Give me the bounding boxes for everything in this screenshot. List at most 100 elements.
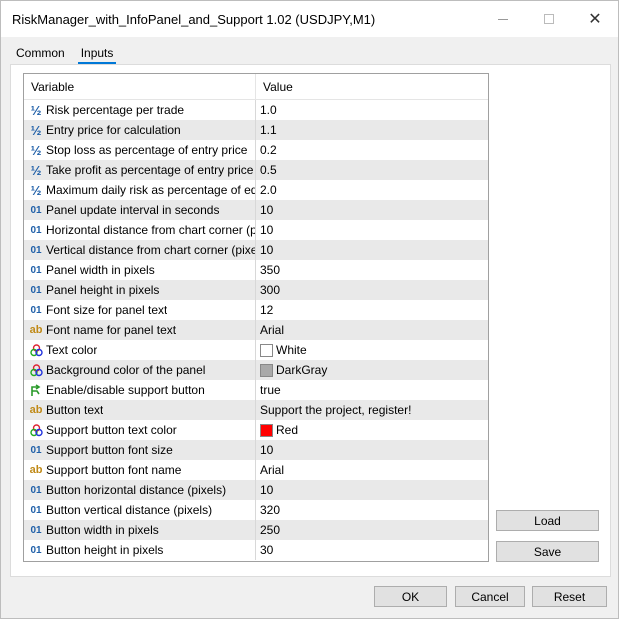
table-row[interactable]: Enable/disable support button true [24, 380, 488, 400]
table-row[interactable]: 01 Vertical distance from chart corner (p… [24, 240, 488, 260]
maximize-icon [544, 14, 554, 24]
variable-label: Risk percentage per trade [46, 103, 185, 117]
table-row[interactable]: 01 Font size for panel text 12 [24, 300, 488, 320]
table-row[interactable]: 01 Button vertical distance (pixels) 320 [24, 500, 488, 520]
variable-label: Button text [46, 403, 104, 417]
value-text: 10 [260, 203, 274, 217]
load-button[interactable]: Load [496, 510, 599, 531]
value-text: 12 [260, 303, 274, 317]
variable-cell: 01 Font size for panel text [24, 300, 256, 320]
value-cell[interactable]: 10 [256, 480, 488, 500]
reset-button[interactable]: Reset [532, 586, 607, 607]
value-cell[interactable]: 10 [256, 200, 488, 220]
variable-cell: 01 Button width in pixels [24, 520, 256, 540]
value-cell[interactable]: 10 [256, 440, 488, 460]
ok-button[interactable]: OK [374, 586, 447, 607]
close-button[interactable]: ✕ [572, 1, 618, 37]
string-icon: ab [29, 324, 43, 336]
value-cell[interactable]: 12 [256, 300, 488, 320]
table-row[interactable]: ab Font name for panel text Arial [24, 320, 488, 340]
variable-cell: ½ Risk percentage per trade [24, 100, 256, 120]
table-row[interactable]: ½ Take profit as percentage of entry pric… [24, 160, 488, 180]
table-row[interactable]: ab Support button font name Arial [24, 460, 488, 480]
value-cell[interactable]: 350 [256, 260, 488, 280]
column-header-variable[interactable]: Variable [24, 74, 256, 99]
table-row[interactable]: ½ Entry price for calculation 1.1 [24, 120, 488, 140]
table-row[interactable]: ½ Risk percentage per trade 1.0 [24, 100, 488, 120]
variable-label: Background color of the panel [46, 363, 206, 377]
window-title: RiskManager_with_InfoPanel_and_Support 1… [12, 12, 376, 27]
variable-cell: Enable/disable support button [24, 380, 256, 400]
value-text: Support the project, register! [260, 403, 412, 417]
variable-cell: 01 Button height in pixels [24, 540, 256, 560]
value-cell[interactable]: 0.2 [256, 140, 488, 160]
variable-cell: ½ Stop loss as percentage of entry price [24, 140, 256, 160]
double-icon: ½ [30, 162, 42, 178]
color-icon [27, 421, 45, 439]
value-cell[interactable]: 300 [256, 280, 488, 300]
table-row[interactable]: Support button text color Red [24, 420, 488, 440]
variable-label: Horizontal distance from chart corner (p… [46, 223, 255, 237]
variable-label: Panel width in pixels [46, 263, 155, 277]
table-row[interactable]: ab Button text Support the project, regist… [24, 400, 488, 420]
variable-cell: 01 Horizontal distance from chart corner … [24, 220, 256, 240]
variable-label: Take profit as percentage of entry price [46, 163, 254, 177]
color-icon [27, 341, 45, 359]
variable-label: Font size for panel text [46, 303, 168, 317]
value-cell[interactable]: 250 [256, 520, 488, 540]
value-text: Arial [260, 323, 285, 337]
table-row[interactable]: 01 Panel width in pixels 350 [24, 260, 488, 280]
value-cell[interactable]: Support the project, register! [256, 400, 488, 420]
value-cell[interactable]: Arial [256, 320, 488, 340]
tab-bar: Common Inputs [13, 45, 117, 65]
value-cell[interactable]: 10 [256, 240, 488, 260]
value-cell[interactable]: 30 [256, 540, 488, 560]
variable-label: Text color [46, 343, 98, 357]
save-button[interactable]: Save [496, 541, 599, 562]
value-cell[interactable]: DarkGray [256, 360, 488, 380]
integer-icon: 01 [30, 504, 42, 516]
variable-label: Vertical distance from chart corner (pix… [46, 243, 255, 257]
value-cell[interactable]: 2.0 [256, 180, 488, 200]
table-row[interactable]: 01 Panel height in pixels 300 [24, 280, 488, 300]
maximize-button[interactable] [526, 1, 572, 37]
color-swatch [260, 343, 273, 357]
table-row[interactable]: ½ Stop loss as percentage of entry price 0… [24, 140, 488, 160]
table-row[interactable]: Text color White [24, 340, 488, 360]
color-swatch [260, 423, 273, 437]
cancel-button[interactable]: Cancel [455, 586, 525, 607]
table-header: Variable Value [24, 74, 488, 100]
value-text: 1.1 [260, 123, 277, 137]
variable-cell: Background color of the panel [24, 360, 256, 380]
table-row[interactable]: 01 Button height in pixels 30 [24, 540, 488, 560]
value-cell[interactable]: 0.5 [256, 160, 488, 180]
value-cell[interactable]: 10 [256, 220, 488, 240]
value-cell[interactable]: White [256, 340, 488, 360]
value-cell[interactable]: 1.1 [256, 120, 488, 140]
value-cell[interactable]: 320 [256, 500, 488, 520]
integer-icon: 01 [30, 264, 42, 276]
column-header-value[interactable]: Value [256, 74, 488, 99]
table-row[interactable]: 01 Button horizontal distance (pixels) 10 [24, 480, 488, 500]
double-icon: ½ [30, 142, 42, 158]
table-row[interactable]: Background color of the panel DarkGray [24, 360, 488, 380]
tab-common[interactable]: Common [13, 45, 68, 65]
value-text: 10 [260, 243, 274, 257]
variable-cell: 01 Support button font size [24, 440, 256, 460]
table-row[interactable]: 01 Horizontal distance from chart corner … [24, 220, 488, 240]
tab-inputs[interactable]: Inputs [77, 45, 117, 65]
table-row[interactable]: 01 Button width in pixels 250 [24, 520, 488, 540]
value-text: 10 [260, 223, 274, 237]
minimize-button[interactable] [480, 1, 526, 37]
value-cell[interactable]: Red [256, 420, 488, 440]
value-cell[interactable]: true [256, 380, 488, 400]
variable-label: Stop loss as percentage of entry price [46, 143, 248, 157]
value-text: 0.2 [260, 143, 277, 157]
table-row[interactable]: 01 Panel update interval in seconds 10 [24, 200, 488, 220]
table-row[interactable]: ½ Maximum daily risk as percentage of eq.… [24, 180, 488, 200]
table-row[interactable]: 01 Support button font size 10 [24, 440, 488, 460]
value-cell[interactable]: Arial [256, 460, 488, 480]
variable-label: Entry price for calculation [46, 123, 181, 137]
value-cell[interactable]: 1.0 [256, 100, 488, 120]
variable-label: Font name for panel text [46, 323, 177, 337]
